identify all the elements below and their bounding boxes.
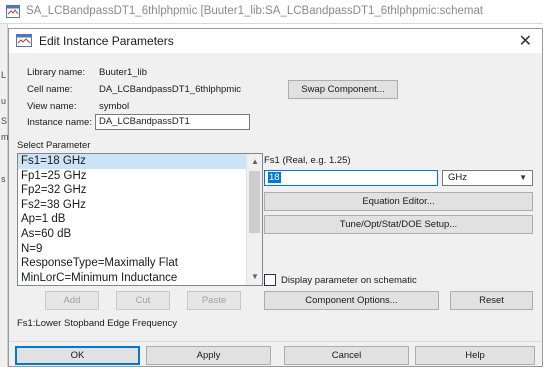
background-window-edge: L u S m s <box>0 24 9 367</box>
component-options-button[interactable]: Component Options... <box>264 291 439 310</box>
parameter-value-input[interactable]: 18 <box>264 170 438 186</box>
dialog-titlebar: Edit Instance Parameters ✕ <box>9 29 542 53</box>
edit-instance-parameters-dialog: Edit Instance Parameters ✕ Library name:… <box>8 28 543 367</box>
reset-button[interactable]: Reset <box>450 291 533 310</box>
unit-select[interactable]: GHz ▼ <box>442 170 533 186</box>
parameter-listbox[interactable]: Fs1=18 GHz Fp1=25 GHz Fp2=32 GHz Fs2=38 GHz… <box>17 153 263 286</box>
parameter-list-item[interactable]: Fs2=38 GHz <box>18 198 248 213</box>
parameter-list: Fs1=18 GHz Fp1=25 GHz Fp2=32 GHz Fs2=38 GHz… <box>18 154 248 285</box>
parameter-description: Fs1:Lower Stopband Edge Frequency <box>17 318 178 329</box>
ok-button[interactable]: OK <box>15 346 140 365</box>
cell-name-label: Cell name: <box>27 84 73 95</box>
background-window-title: SA_LCBandpassDT1_6thlphpmic [Buuter1_lib… <box>26 5 484 17</box>
instance-name-input[interactable]: DA_LCBandpassDT1 <box>95 114 250 130</box>
parameter-value-text: 18 <box>268 172 281 183</box>
scroll-thumb[interactable] <box>249 171 260 233</box>
edge-mark: u <box>1 96 7 106</box>
swap-component-button[interactable]: Swap Component... <box>288 80 398 99</box>
parameter-list-item[interactable]: Ap=1 dB <box>18 212 248 227</box>
edge-mark: s <box>1 174 6 184</box>
select-parameter-label: Select Parameter <box>17 140 91 151</box>
parameter-list-scrollbar[interactable]: ▲ ▼ <box>246 154 262 285</box>
parameter-list-item[interactable]: Fp2=32 GHz <box>18 183 248 198</box>
parameter-list-item[interactable]: Fs1=18 GHz <box>18 154 248 169</box>
edge-mark: L <box>1 70 7 80</box>
parameter-list-item[interactable]: Fp1=25 GHz <box>18 169 248 184</box>
close-icon[interactable]: ✕ <box>519 31 532 51</box>
cancel-button[interactable]: Cancel <box>284 346 409 365</box>
tune-opt-stat-doe-setup-button[interactable]: Tune/Opt/Stat/DOE Setup... <box>264 215 533 234</box>
parameter-list-item[interactable]: ResponseType=Maximally Flat <box>18 256 248 271</box>
background-window-titlebar: SA_LCBandpassDT1_6thlphpmic [Buuter1_lib… <box>0 0 543 24</box>
view-name-label: View name: <box>27 101 77 112</box>
instance-name-label: Instance name: <box>27 117 92 128</box>
equation-editor-button[interactable]: Equation Editor... <box>264 192 533 211</box>
parameter-list-item[interactable]: As=60 dB <box>18 227 248 242</box>
schematic-window-icon <box>6 5 20 18</box>
scroll-up-icon[interactable]: ▲ <box>247 154 262 170</box>
parameter-list-item[interactable]: N=9 <box>18 242 248 257</box>
edge-mark: S <box>1 116 8 126</box>
schematic-window-icon <box>16 34 32 47</box>
unit-select-value: GHz <box>448 172 467 183</box>
paste-button[interactable]: Paste <box>187 291 241 310</box>
dropdown-arrow-icon: ▼ <box>519 173 527 182</box>
add-button[interactable]: Add <box>45 291 99 310</box>
display-parameter-label: Display parameter on schematic <box>281 275 417 286</box>
cell-name-value: DA_LCBandpassDT1_6thlphpmic <box>99 84 242 95</box>
cut-button[interactable]: Cut <box>116 291 170 310</box>
display-parameter-checkbox[interactable] <box>264 274 276 286</box>
help-button[interactable]: Help <box>415 346 535 365</box>
parameter-list-item[interactable]: MinLorC=Minimum Inductance <box>18 271 248 285</box>
parameter-type-label: Fs1 (Real, e.g. 1.25) <box>264 155 351 166</box>
scroll-down-icon[interactable]: ▼ <box>247 269 262 285</box>
dialog-title: Edit Instance Parameters <box>39 34 174 48</box>
apply-button[interactable]: Apply <box>146 346 271 365</box>
footer-separator <box>9 341 542 342</box>
library-name-value: Buuter1_lib <box>99 67 148 78</box>
view-name-value: symbol <box>99 101 130 112</box>
library-name-label: Library name: <box>27 67 86 78</box>
